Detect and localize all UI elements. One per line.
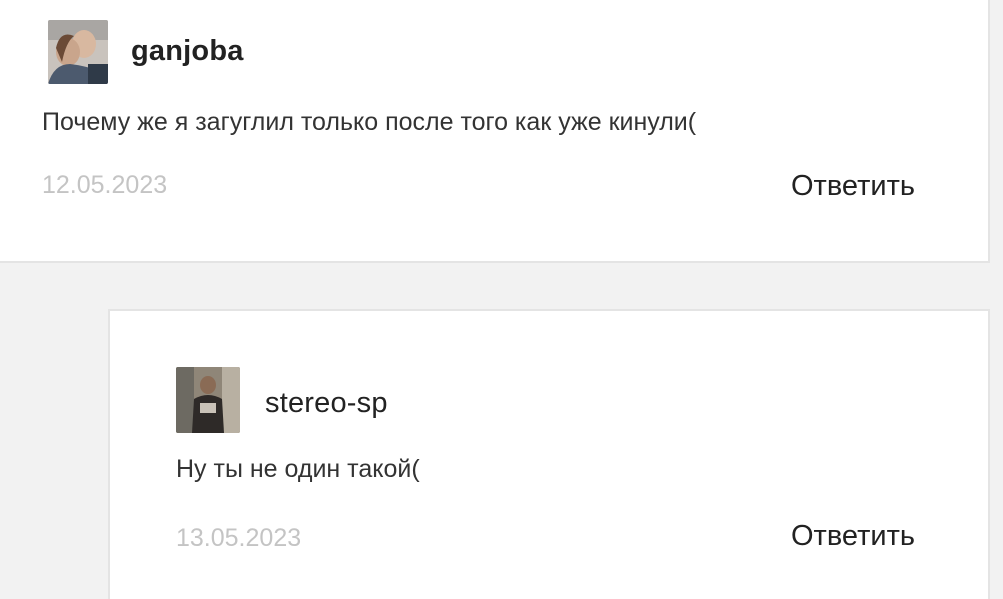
comment: ganjoba Почему же я загуглил только посл… bbox=[0, 0, 990, 263]
username[interactable]: stereo-sp bbox=[265, 387, 388, 420]
user-avatar[interactable] bbox=[48, 20, 108, 84]
avatar-photo-icon bbox=[48, 20, 108, 84]
reply-button[interactable]: Ответить bbox=[791, 520, 915, 553]
comment-text: Ну ты не один такой( bbox=[176, 455, 420, 483]
comment-date: 12.05.2023 bbox=[42, 171, 168, 199]
reply-button[interactable]: Ответить bbox=[791, 170, 915, 203]
user-avatar[interactable] bbox=[176, 367, 240, 433]
username[interactable]: ganjoba bbox=[131, 35, 244, 68]
avatar-photo-icon bbox=[176, 367, 240, 433]
comment-reply: stereo-sp Ну ты не один такой( 13.05.202… bbox=[108, 309, 990, 599]
comment-date: 13.05.2023 bbox=[176, 524, 302, 552]
comments-thread: ganjoba Почему же я загуглил только посл… bbox=[0, 0, 1003, 599]
comment-text: Почему же я загуглил только после того к… bbox=[42, 108, 697, 136]
